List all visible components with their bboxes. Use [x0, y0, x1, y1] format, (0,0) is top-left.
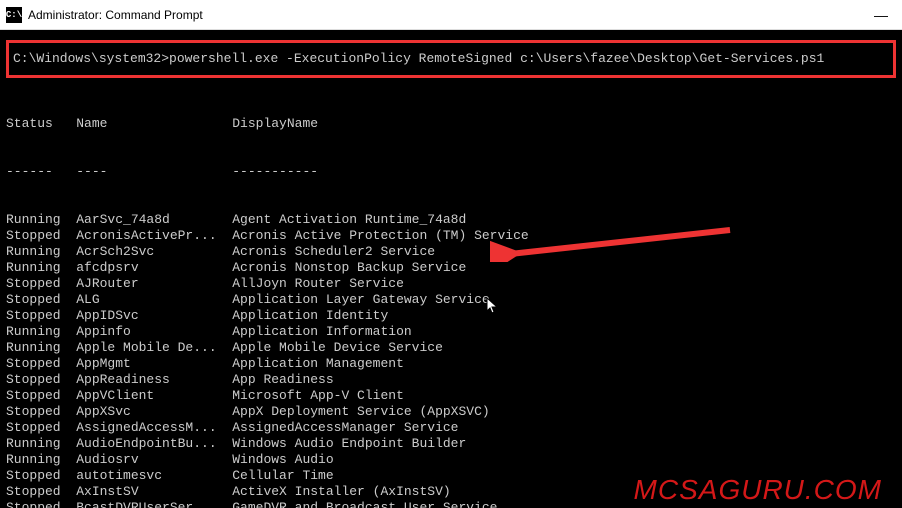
table-row: Stopped AcronisActivePr... Acronis Activ…	[6, 228, 896, 244]
table-row: Running Audiosrv Windows Audio	[6, 452, 896, 468]
table-row: Running AcrSch2Svc Acronis Scheduler2 Se…	[6, 244, 896, 260]
window-title: Administrator: Command Prompt	[28, 8, 874, 22]
table-row: Stopped AJRouter AllJoyn Router Service	[6, 276, 896, 292]
table-row: Stopped AssignedAccessM... AssignedAcces…	[6, 420, 896, 436]
table-row: Stopped ALG Application Layer Gateway Se…	[6, 292, 896, 308]
table-row: Stopped AppMgmt Application Management	[6, 356, 896, 372]
table-row: Stopped autotimesvc Cellular Time	[6, 468, 896, 484]
command-highlight-box: C:\Windows\system32>powershell.exe -Exec…	[6, 40, 896, 78]
table-row: Running Apple Mobile De... Apple Mobile …	[6, 340, 896, 356]
services-table: Status Name DisplayName ------ ---- ----…	[6, 84, 896, 508]
table-row: Stopped BcastDVRUserSer... GameDVR and B…	[6, 500, 896, 508]
table-row: Running AudioEndpointBu... Windows Audio…	[6, 436, 896, 452]
command-line: C:\Windows\system32>powershell.exe -Exec…	[13, 51, 824, 66]
table-row: Stopped AppVClient Microsoft App-V Clien…	[6, 388, 896, 404]
cmd-icon: C:\	[6, 7, 22, 23]
title-bar: C:\ Administrator: Command Prompt —	[0, 0, 902, 30]
table-row: Running afcdpsrv Acronis Nonstop Backup …	[6, 260, 896, 276]
table-row: Stopped AppIDSvc Application Identity	[6, 308, 896, 324]
table-row: Stopped AxInstSV ActiveX Installer (AxIn…	[6, 484, 896, 500]
prompt: C:\Windows\system32>	[13, 51, 169, 66]
command-text: powershell.exe -ExecutionPolicy RemoteSi…	[169, 51, 824, 66]
minimize-button[interactable]: —	[874, 7, 888, 23]
terminal-body[interactable]: C:\Windows\system32>powershell.exe -Exec…	[0, 30, 902, 508]
table-row: Stopped AppXSvc AppX Deployment Service …	[6, 404, 896, 420]
table-row: Running Appinfo Application Information	[6, 324, 896, 340]
table-rows: Running AarSvc_74a8d Agent Activation Ru…	[6, 212, 896, 508]
table-separator: ------ ---- -----------	[6, 164, 896, 180]
table-row: Running AarSvc_74a8d Agent Activation Ru…	[6, 212, 896, 228]
table-header: Status Name DisplayName	[6, 116, 896, 132]
table-row: Stopped AppReadiness App Readiness	[6, 372, 896, 388]
window-controls: —	[874, 7, 896, 23]
